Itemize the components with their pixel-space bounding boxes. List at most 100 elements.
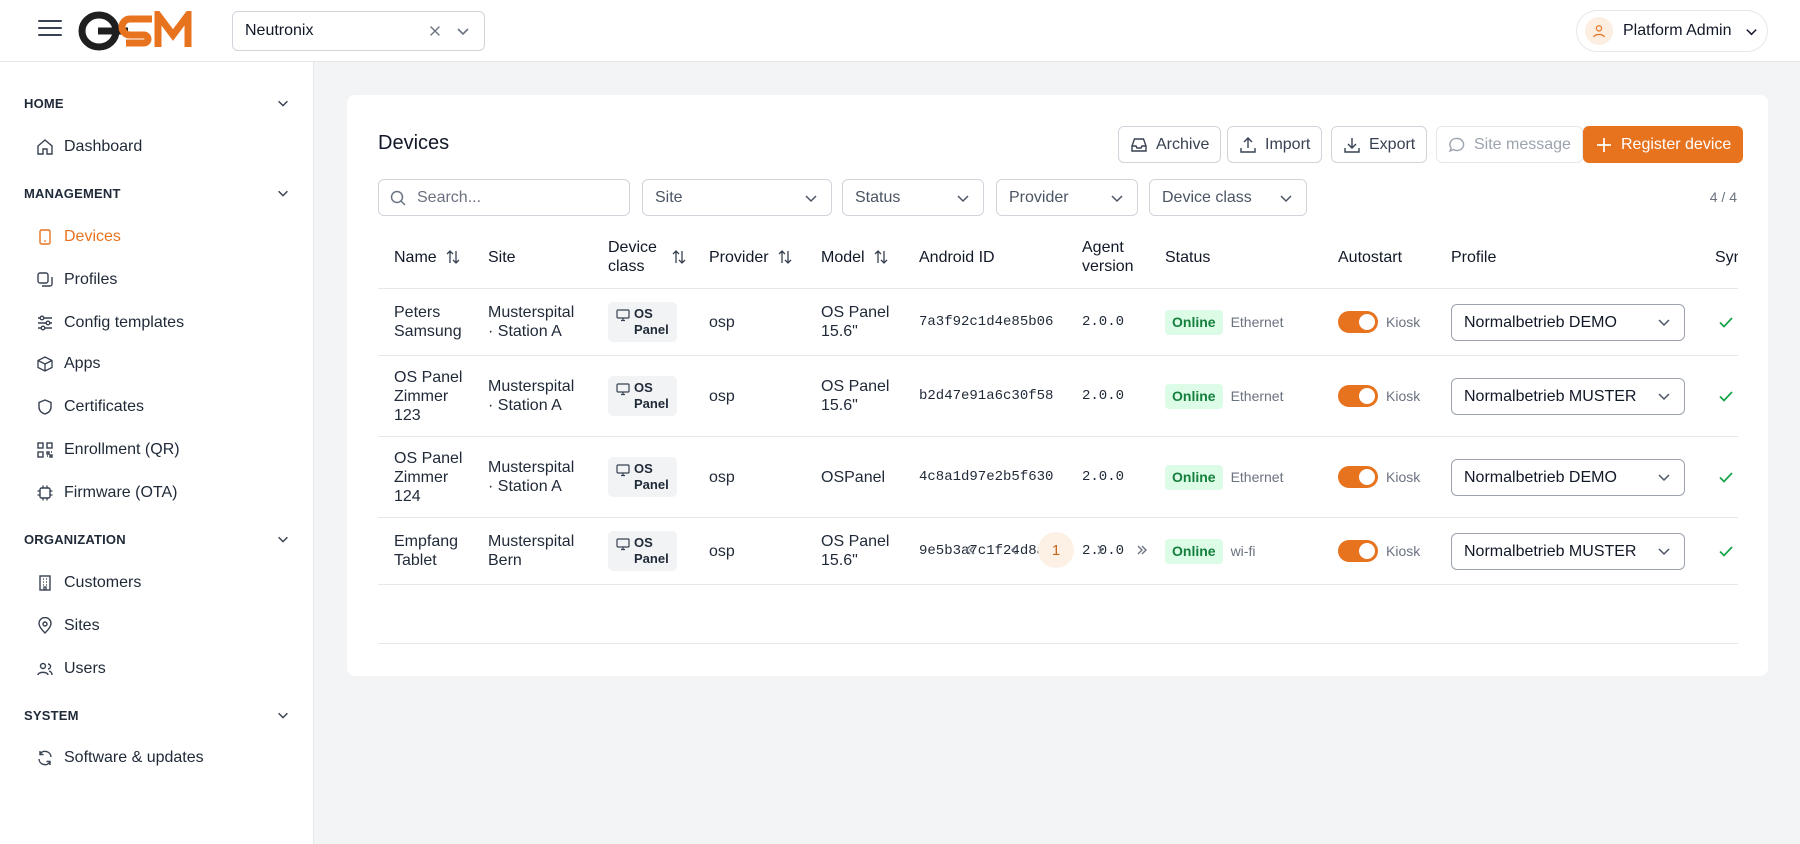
status-filter[interactable]: Status [842,179,984,216]
profile-select[interactable]: Normalbetrieb MUSTER [1451,377,1685,415]
section-home[interactable]: HOME [24,92,290,114]
page-1-button[interactable]: 1 [1038,532,1074,568]
sidebar-item-label: Devices [64,228,121,245]
autostart-toggle[interactable] [1338,311,1378,333]
cell-autostart: Kiosk [1338,289,1420,355]
provider-filter[interactable]: Provider [996,179,1138,216]
sidebar-item-software-updates[interactable]: Software & updates [24,743,290,773]
provider-filter-label: Provider [1009,188,1069,206]
section-organization[interactable]: ORGANIZATION [24,528,290,550]
cell-text: 15.6" [821,397,858,414]
sidebar-item-label: Enrollment (QR) [64,441,180,458]
search-icon [389,189,407,207]
column-label: Agent [1082,239,1124,256]
section-title: SYSTEM [24,707,79,723]
chevron-down-icon [1656,469,1672,485]
cell-text: OS [634,461,653,476]
import-button[interactable]: Import [1227,126,1323,163]
cell-text: 7a3f92c1d4e85b06 [919,313,1054,330]
cell-model: OS Panel 15.6" [821,289,889,355]
sort-icon[interactable] [671,249,687,265]
profile-select[interactable]: Normalbetrieb DEMO [1451,458,1685,496]
sidebar-item-devices[interactable]: Devices [24,222,290,252]
table-row[interactable]: OS Panel Zimmer 124 Musterspital · Station A… [378,437,1738,518]
table-row[interactable]: Peters Samsung Musterspital · Station A OS Pa… [378,289,1738,356]
sidebar-item-label: Dashboard [64,138,143,155]
search-field[interactable] [378,179,630,216]
autostart-toggle[interactable] [1338,385,1378,407]
sort-icon[interactable] [445,249,461,265]
cell-status: Online Ethernet [1165,356,1284,436]
next-page-icon[interactable] [1082,532,1118,568]
register-device-button[interactable]: Register device [1583,126,1744,163]
profile-select[interactable]: Normalbetrieb DEMO [1451,303,1685,341]
pagination: 1 [347,530,1768,570]
column-header-device-class[interactable]: Device class [608,226,687,288]
sidebar-item-apps[interactable]: Apps [24,349,290,379]
shield-icon [36,398,54,416]
section-management[interactable]: MANAGEMENT [24,182,290,204]
osm-logo[interactable] [78,11,202,51]
home-icon [36,138,54,156]
cell-status: Online Ethernet [1165,289,1284,355]
column-header-provider[interactable]: Provider [709,226,793,288]
device-class-chip: OS Panel [608,376,677,416]
menu-icon[interactable] [38,20,62,40]
autostart-toggle[interactable] [1338,466,1378,488]
column-label: class [608,258,645,275]
table-row[interactable]: OS Panel Zimmer 123 Musterspital · Station A… [378,356,1738,437]
sort-icon[interactable] [777,249,793,265]
sort-icon[interactable] [873,249,889,265]
sidebar-item-dashboard[interactable]: Dashboard [24,132,290,162]
column-label: Name [394,248,437,266]
cell-text: 2.0.0 [1082,313,1125,330]
last-page-icon[interactable] [1124,532,1160,568]
sidebar-item-label: Customers [64,574,142,591]
user-name: Platform Admin [1623,22,1732,39]
cell-android-id: 4c8a1d97e2b5f630 [919,437,1053,517]
prev-page-icon[interactable] [996,532,1032,568]
sidebar-item-users[interactable]: Users [24,654,290,684]
export-label: Export [1369,135,1416,153]
cell-text: OS Panel [821,378,890,395]
cell-text: Panel [634,396,669,411]
chevron-down-icon [1656,388,1672,404]
column-header-android-id: Android ID [919,226,995,288]
column-label: Model [821,248,865,266]
chevron-down-icon[interactable] [454,22,472,40]
sidebar-item-sites[interactable]: Sites [24,611,290,641]
profile-value: Normalbetrieb MUSTER [1464,387,1637,405]
cell-text: Peters [394,304,441,321]
sidebar-item-profiles[interactable]: Profiles [24,265,290,295]
search-input[interactable] [417,188,617,207]
sidebar-item-firmware[interactable]: Firmware (OTA) [24,478,290,508]
sidebar-item-config-templates[interactable]: Config templates [24,308,290,338]
export-button[interactable]: Export [1331,126,1428,163]
device-class-filter[interactable]: Device class [1149,179,1307,216]
profile-value: Normalbetrieb DEMO [1464,313,1617,331]
section-system[interactable]: SYSTEM [24,704,290,726]
column-header-model[interactable]: Model [821,226,889,288]
cell-site: Musterspital · Station A [488,289,574,355]
clear-icon[interactable] [426,22,444,40]
site-message-button[interactable]: Site message [1436,126,1583,163]
column-header-name[interactable]: Name [394,226,461,288]
cell-sync [1717,356,1735,436]
column-label-wrap: Device class [608,238,657,276]
column-header-agent-version: Agent version [1082,226,1134,288]
cell-text: Panel [634,477,669,492]
cell-text: · Station A [488,478,562,495]
sidebar-item-enrollment[interactable]: Enrollment (QR) [24,435,290,465]
cell-text: OSPanel [821,468,886,486]
tenant-select[interactable]: Neutronix [232,11,485,51]
sidebar-item-customers[interactable]: Customers [24,568,290,598]
sidebar-item-certificates[interactable]: Certificates [24,392,290,422]
divider [378,584,1738,585]
copy-icon [36,271,54,289]
cell-status: Online Ethernet [1165,437,1284,517]
site-filter[interactable]: Site [642,179,832,216]
connection-type: Ethernet [1230,468,1284,485]
archive-button[interactable]: Archive [1118,126,1222,163]
first-page-icon[interactable] [952,532,988,568]
user-menu[interactable]: Platform Admin [1576,10,1768,52]
